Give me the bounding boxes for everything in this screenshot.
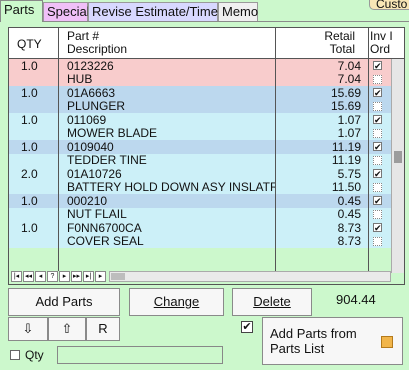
cell-total: 11.50 <box>331 180 361 194</box>
cell-description: NUT FLAIL <box>67 207 127 221</box>
cell-part-number: 01A10726 <box>67 167 122 181</box>
r-button[interactable]: R <box>86 317 120 341</box>
qty-checkbox[interactable] <box>10 350 20 360</box>
delete-button[interactable]: Delete <box>232 288 312 316</box>
cell-retail: 0.45 <box>337 194 361 208</box>
parts-list-icon <box>381 336 393 348</box>
col-divider-qty <box>58 28 59 271</box>
cell-total: 15.69 <box>330 99 361 113</box>
add-parts-from-list-button[interactable]: Add Parts from Parts List <box>262 317 403 365</box>
tab-memo[interactable]: Memo <box>218 2 258 21</box>
cell-part-number: F0NN6700CA <box>67 221 142 235</box>
nav-last-button[interactable]: ▸| <box>83 271 94 282</box>
horizontal-scrollbar[interactable] <box>109 271 391 282</box>
ord-checkbox[interactable] <box>373 102 382 111</box>
ord-checkbox[interactable] <box>373 183 382 192</box>
cell-description: HUB <box>67 72 93 86</box>
cell-total: 11.19 <box>331 153 361 167</box>
delete-label: Delete <box>253 294 291 309</box>
tab-revise-estimate-times[interactable]: Revise Estimate/Times <box>88 2 224 21</box>
qty-input[interactable] <box>57 346 223 364</box>
inv-checkbox[interactable]: ✔ <box>373 223 382 233</box>
cell-qty: 1.0 <box>21 59 38 73</box>
nav-first-button[interactable]: |◂ <box>11 271 22 282</box>
table-row[interactable]: 1.0 011069 MOWER BLADE 1.07 1.07 ✔ <box>9 113 391 141</box>
nav-prev-button[interactable]: ◂ <box>35 271 46 282</box>
cell-qty: 1.0 <box>21 86 38 100</box>
cell-total: 8.73 <box>337 234 361 248</box>
qty-label: Qty <box>25 348 44 362</box>
inv-checkbox[interactable]: ✔ <box>373 169 382 179</box>
nav-prev-page-button[interactable]: ◂◂ <box>23 271 34 282</box>
cell-qty: 1.0 <box>21 113 38 127</box>
cell-part-number: 011069 <box>67 113 107 127</box>
cell-retail: 11.19 <box>331 140 361 154</box>
cell-description: PLUNGER <box>67 99 126 113</box>
cell-qty: 2.0 <box>21 167 38 181</box>
nav-goto-button[interactable]: ? <box>47 271 58 282</box>
custom-button[interactable]: Custo <box>369 0 409 10</box>
cell-description: MOWER BLADE <box>67 126 158 140</box>
ord-checkbox[interactable] <box>373 237 382 246</box>
ord-checkbox[interactable] <box>373 156 382 165</box>
table-row[interactable]: 2.0 01A10726 BATTERY HOLD DOWN ASY INSLATR… <box>9 167 391 195</box>
inv-checkbox[interactable]: ✔ <box>373 115 382 125</box>
add-from-list-checkbox[interactable]: ✔ <box>241 321 253 333</box>
nav-next-button[interactable]: ▸ <box>59 271 70 282</box>
move-up-button[interactable]: ⇧ <box>48 317 86 341</box>
vertical-scrollbar[interactable] <box>391 59 404 273</box>
cell-qty: 1.0 <box>21 221 38 235</box>
col-divider-desc <box>275 28 276 271</box>
record-navigator: |◂ ◂◂ ◂ ? ▸ ▸▸ ▸| ▸ <box>11 271 391 283</box>
tab-strip-border <box>0 21 409 22</box>
tab-special[interactable]: Special <box>43 2 90 21</box>
inv-checkbox[interactable]: ✔ <box>373 88 382 98</box>
cell-description: TEDDER TINE <box>67 153 147 167</box>
change-button[interactable]: Change <box>129 288 224 316</box>
cell-description: BATTERY HOLD DOWN ASY INSLATR <box>67 180 275 194</box>
cell-retail: 1.07 <box>337 113 361 127</box>
cell-qty: 1.0 <box>21 140 38 154</box>
ord-checkbox[interactable] <box>373 210 382 219</box>
table-row[interactable]: 1.0 01A6663 PLUNGER 15.69 15.69 ✔ <box>9 86 391 114</box>
vertical-scroll-thumb[interactable] <box>394 151 402 163</box>
cell-part-number: 0123226 <box>67 59 114 73</box>
parts-grid[interactable]: QTY Part # Description Retail Total Inv … <box>8 27 405 285</box>
table-row[interactable]: 1.0 000210 NUT FLAIL 0.45 0.45 ✔ <box>9 194 391 222</box>
nav-new-button[interactable]: ▸ <box>95 271 106 282</box>
tab-strip: Parts Special Revise Estimate/Times Memo… <box>0 0 409 22</box>
cell-total: 7.04 <box>337 72 361 86</box>
cell-part-number: 000210 <box>67 194 108 208</box>
add-parts-button[interactable]: Add Parts <box>8 288 120 316</box>
col-divider-total <box>368 28 369 271</box>
cell-qty: 1.0 <box>21 194 38 208</box>
cell-description: COVER SEAL <box>67 234 144 248</box>
table-row[interactable]: 1.0 0109040 TEDDER TINE 11.19 11.19 ✔ <box>9 140 391 168</box>
add-parts-from-list-line1: Add Parts from <box>270 326 357 341</box>
ord-checkbox[interactable] <box>373 75 382 84</box>
horizontal-scroll-thumb[interactable] <box>111 273 125 280</box>
change-label: Change <box>153 294 200 309</box>
inv-checkbox[interactable]: ✔ <box>373 196 382 206</box>
cell-retail: 15.69 <box>330 86 361 100</box>
cell-part-number: 0109040 <box>67 140 114 154</box>
cell-total: 1.07 <box>337 126 361 140</box>
cell-retail: 8.73 <box>337 221 361 235</box>
tab-parts[interactable]: Parts <box>0 0 43 22</box>
ord-checkbox[interactable] <box>373 129 382 138</box>
move-down-button[interactable]: ⇩ <box>8 317 48 341</box>
nav-next-page-button[interactable]: ▸▸ <box>71 271 82 282</box>
table-row[interactable]: 1.0 F0NN6700CA COVER SEAL 8.73 8.73 ✔ <box>9 221 391 249</box>
grid-header: QTY Part # Description Retail Total Inv … <box>9 28 404 58</box>
add-parts-from-list-label: Add Parts from Parts List <box>270 326 357 356</box>
add-parts-from-list-line2: Parts List <box>270 341 325 356</box>
cell-retail: 7.04 <box>337 59 361 73</box>
cell-total: 0.45 <box>337 207 361 221</box>
inv-checkbox[interactable]: ✔ <box>373 61 382 71</box>
cell-part-number: 01A6663 <box>67 86 116 100</box>
cell-retail: 5.75 <box>337 167 361 181</box>
table-row[interactable]: 1.0 0123226 HUB 7.04 7.04 ✔ <box>9 59 391 87</box>
grand-total: 904.44 <box>336 292 376 307</box>
inv-checkbox[interactable]: ✔ <box>373 142 382 152</box>
